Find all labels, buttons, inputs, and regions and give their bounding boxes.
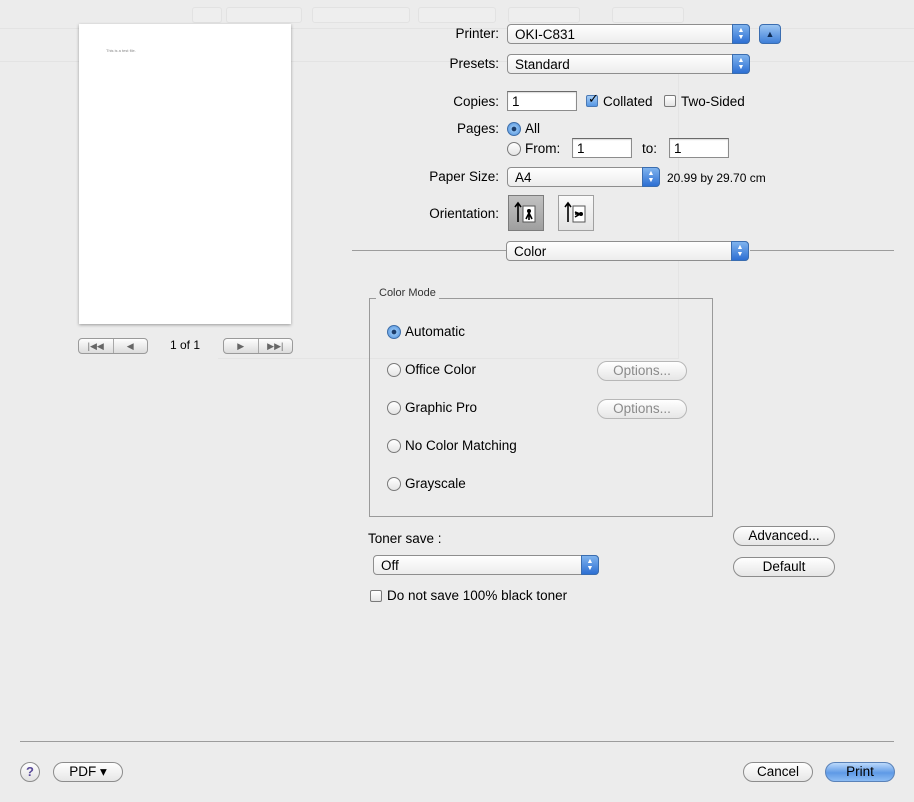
- color-mode-title: Color Mode: [376, 287, 439, 299]
- paper-size-label: Paper Size:: [429, 169, 499, 184]
- color-automatic-label: Automatic: [405, 324, 466, 339]
- popup-arrows-icon: ▲ ▼: [642, 167, 660, 187]
- landscape-icon: [564, 201, 586, 223]
- paper-size-value: A4: [515, 170, 532, 185]
- printer-value: OKI-C831: [515, 27, 576, 42]
- office-color-options-button[interactable]: Options...: [597, 361, 687, 381]
- popup-arrows-icon: ▲ ▼: [732, 54, 750, 74]
- printer-label: Printer:: [455, 26, 499, 41]
- bottom-divider: [20, 741, 894, 742]
- previous-page-icon[interactable]: ◀: [112, 339, 148, 353]
- page-preview: This is a test file.: [79, 24, 291, 324]
- toner-save-label: Toner save :: [368, 531, 442, 546]
- print-button[interactable]: Print: [825, 762, 895, 782]
- help-button[interactable]: ?: [20, 762, 40, 782]
- landscape-orientation-button[interactable]: [558, 195, 594, 231]
- copies-label: Copies:: [453, 94, 499, 109]
- black-toner-checkbox[interactable]: [370, 590, 382, 602]
- next-page-icon[interactable]: ▶: [224, 339, 258, 353]
- checkmark-icon: ✓: [588, 91, 599, 106]
- popup-arrows-icon: ▲ ▼: [581, 555, 599, 575]
- collated-checkbox[interactable]: ✓: [586, 91, 599, 107]
- popup-arrows-icon: ▲ ▼: [731, 241, 749, 261]
- panel-menu-popup[interactable]: Color ▲ ▼: [506, 241, 749, 261]
- color-grayscale-label: Grayscale: [405, 476, 466, 491]
- pdf-menu-button[interactable]: PDF ▾: [53, 762, 123, 782]
- pages-from-field[interactable]: 1: [572, 138, 632, 158]
- graphic-pro-options-button[interactable]: Options...: [597, 399, 687, 419]
- last-page-icon[interactable]: ▶▶|: [257, 339, 293, 353]
- pages-to-field[interactable]: 1: [669, 138, 729, 158]
- black-toner-label: Do not save 100% black toner: [387, 588, 568, 603]
- first-page-icon[interactable]: |◀◀: [79, 339, 113, 353]
- cancel-button[interactable]: Cancel: [743, 762, 813, 782]
- color-graphic-pro-radio[interactable]: [387, 401, 401, 415]
- page-count: 1 of 1: [169, 338, 201, 352]
- preview-back-controls: |◀◀ ◀: [78, 338, 148, 354]
- color-automatic-radio[interactable]: [387, 325, 401, 339]
- color-office-label: Office Color: [405, 362, 477, 377]
- color-no-matching-label: No Color Matching: [405, 438, 517, 453]
- popup-arrows-icon: ▲ ▼: [732, 24, 750, 44]
- two-sided-checkbox[interactable]: [664, 95, 676, 107]
- toner-save-popup[interactable]: Off ▲ ▼: [373, 555, 599, 575]
- orientation-label: Orientation:: [429, 206, 499, 221]
- presets-popup[interactable]: Standard ▲ ▼: [507, 54, 750, 74]
- presets-label: Presets:: [449, 56, 499, 71]
- paper-dimensions: 20.99 by 29.70 cm: [667, 171, 766, 185]
- color-graphic-pro-label: Graphic Pro: [405, 400, 478, 415]
- pages-to-label: to:: [642, 141, 658, 156]
- portrait-icon: [514, 201, 536, 223]
- panel-divider-left: [352, 250, 506, 251]
- preview-forward-controls: ▶ ▶▶|: [223, 338, 293, 354]
- pages-from-label: From:: [525, 141, 561, 156]
- copies-field[interactable]: 1: [507, 91, 577, 111]
- printer-popup[interactable]: OKI-C831 ▲ ▼: [507, 24, 750, 44]
- panel-menu-value: Color: [514, 244, 547, 259]
- presets-value: Standard: [515, 57, 570, 72]
- collated-label: Collated: [603, 94, 653, 109]
- default-button[interactable]: Default: [733, 557, 835, 577]
- pages-all-label: All: [525, 121, 541, 136]
- paper-size-popup[interactable]: A4 ▲ ▼: [507, 167, 660, 187]
- portrait-orientation-button[interactable]: [508, 195, 544, 231]
- two-sided-label: Two-Sided: [681, 94, 745, 109]
- color-no-matching-radio[interactable]: [387, 439, 401, 453]
- toner-save-value: Off: [381, 558, 399, 573]
- preview-page-text: This is a test file.: [106, 48, 136, 53]
- pages-all-radio[interactable]: [507, 122, 521, 136]
- color-grayscale-radio[interactable]: [387, 477, 401, 491]
- panel-divider-right: [750, 250, 894, 251]
- pages-from-radio[interactable]: [507, 142, 521, 156]
- pages-label: Pages:: [456, 121, 499, 136]
- advanced-button[interactable]: Advanced...: [733, 526, 835, 546]
- color-office-radio[interactable]: [387, 363, 401, 377]
- disclosure-up-icon[interactable]: ▲: [759, 24, 781, 44]
